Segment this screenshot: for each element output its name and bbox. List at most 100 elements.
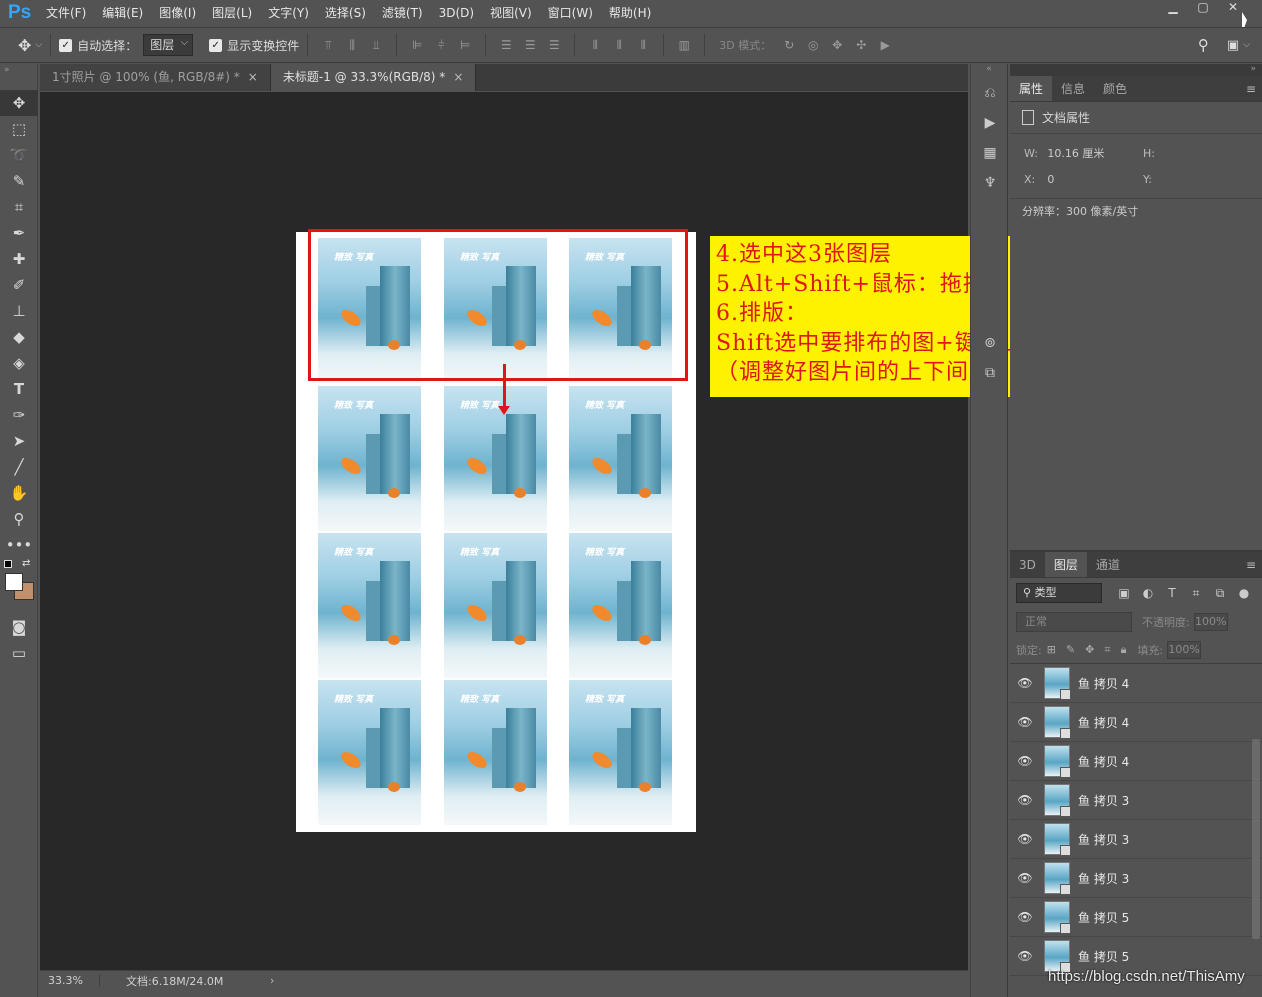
menu-window[interactable]: 窗口(W) bbox=[540, 0, 601, 26]
quick-select-tool-icon[interactable]: ✎ bbox=[0, 168, 38, 194]
search-icon[interactable]: ⚲ bbox=[1198, 36, 1209, 54]
brush-tool-icon[interactable]: ✐ bbox=[0, 272, 38, 298]
layers-scrollbar[interactable] bbox=[1252, 739, 1260, 939]
layer-row[interactable]: 👁︎ 鱼 拷贝 3 bbox=[1010, 859, 1262, 898]
panel-menu-icon[interactable]: ≡ bbox=[1246, 76, 1262, 101]
tab-color[interactable]: 颜色 bbox=[1094, 76, 1136, 101]
photo-thumbnail[interactable]: 精致 写真 bbox=[444, 386, 547, 531]
status-menu-arrow[interactable]: › bbox=[270, 974, 274, 987]
visibility-eye-icon[interactable]: 👁︎ bbox=[1010, 871, 1040, 885]
lock-transparent-icon[interactable]: ⊞ bbox=[1047, 643, 1056, 656]
marquee-tool-icon[interactable]: ⬚ bbox=[0, 116, 38, 142]
layer-row[interactable]: 👁︎ 鱼 拷贝 3 bbox=[1010, 781, 1262, 820]
w-value[interactable]: 10.16 厘米 bbox=[1047, 145, 1143, 161]
type-tool-icon[interactable]: T bbox=[0, 376, 38, 402]
fill-input[interactable]: 100% bbox=[1167, 640, 1202, 659]
layer-row[interactable]: 👁︎ 鱼 拷贝 4 bbox=[1010, 703, 1262, 742]
crop-tool-icon[interactable]: ⌗ bbox=[0, 194, 38, 220]
photo-thumbnail[interactable]: 精致 写真 bbox=[569, 386, 672, 531]
collapse-icon[interactable]: « bbox=[971, 64, 1007, 78]
lock-all-icon[interactable]: 🔒︎ bbox=[1121, 643, 1127, 657]
maximize-button[interactable]: ▢ bbox=[1188, 0, 1218, 18]
align-hcenter-icon[interactable]: ⫩ bbox=[434, 38, 448, 52]
menu-image[interactable]: 图像(I) bbox=[151, 0, 204, 26]
align-bottom-icon[interactable]: ⫫ bbox=[369, 38, 383, 52]
swap-colors-icon[interactable]: ⇄ bbox=[22, 558, 30, 569]
brushes-icon[interactable]: ♆ bbox=[971, 168, 1009, 198]
chevron-down-icon[interactable]: ⌵ bbox=[1243, 40, 1250, 50]
layer-name[interactable]: 鱼 拷贝 4 bbox=[1078, 753, 1129, 770]
zoom-tool-icon[interactable]: ⚲ bbox=[0, 506, 38, 532]
auto-select-dropdown[interactable]: 图层 bbox=[143, 33, 194, 56]
default-colors-icon[interactable] bbox=[4, 560, 12, 568]
hand-tool-icon[interactable]: ✋ bbox=[0, 480, 38, 506]
align-right-icon[interactable]: ⊨ bbox=[458, 38, 472, 52]
tab-3d[interactable]: 3D bbox=[1010, 552, 1045, 577]
layer-name[interactable]: 鱼 拷贝 4 bbox=[1078, 714, 1129, 731]
menu-filter[interactable]: 滤镜(T) bbox=[374, 0, 431, 26]
layer-filter-select[interactable]: ⚲ 类型 bbox=[1016, 583, 1102, 603]
show-transform-checkbox[interactable]: ✓ bbox=[209, 38, 223, 52]
pen-tool-icon[interactable]: ✑ bbox=[0, 402, 38, 428]
distribute-hcenter-icon[interactable]: ⦀ bbox=[612, 38, 626, 52]
filter-adjust-icon[interactable]: ◐ bbox=[1136, 586, 1160, 601]
menu-file[interactable]: 文件(F) bbox=[38, 0, 94, 26]
menu-layer[interactable]: 图层(L) bbox=[204, 0, 260, 26]
swatches-grid-icon[interactable]: ▦ bbox=[971, 138, 1009, 168]
layer-name[interactable]: 鱼 拷贝 3 bbox=[1078, 792, 1129, 809]
align-left-icon[interactable]: ⊫ bbox=[410, 38, 424, 52]
visibility-eye-icon[interactable]: 👁︎ bbox=[1010, 715, 1040, 729]
distribute-top-icon[interactable]: ☰ bbox=[499, 38, 513, 52]
3d-roll-icon[interactable]: ◎ bbox=[806, 38, 820, 52]
tab-close-icon[interactable]: × bbox=[453, 70, 463, 84]
layer-name[interactable]: 鱼 拷贝 4 bbox=[1078, 675, 1129, 692]
x-value[interactable]: 0 bbox=[1047, 173, 1143, 186]
lock-position-icon[interactable]: ✥ bbox=[1085, 643, 1094, 656]
clone-source-icon[interactable]: ⧉ bbox=[971, 358, 1009, 388]
path-select-tool-icon[interactable]: ➤ bbox=[0, 428, 38, 454]
workspace-icon[interactable]: ▣ bbox=[1227, 38, 1239, 53]
libraries-icon[interactable]: ⊚ bbox=[971, 328, 1009, 358]
visibility-eye-icon[interactable]: 👁︎ bbox=[1010, 754, 1040, 768]
screen-mode-icon[interactable]: ▭ bbox=[0, 640, 38, 666]
menu-select[interactable]: 选择(S) bbox=[317, 0, 374, 26]
panel-menu-icon[interactable]: ≡ bbox=[1246, 552, 1262, 577]
distribute-right-icon[interactable]: ⦀ bbox=[636, 38, 650, 52]
menu-edit[interactable]: 编辑(E) bbox=[94, 0, 151, 26]
menu-help[interactable]: 帮助(H) bbox=[601, 0, 659, 26]
tab-document-1[interactable]: 1寸照片 @ 100% (鱼, RGB/8#) * × bbox=[40, 64, 271, 91]
filter-pixel-icon[interactable]: ▣ bbox=[1112, 586, 1136, 601]
menu-view[interactable]: 视图(V) bbox=[482, 0, 540, 26]
history-icon[interactable]: ⎌ bbox=[971, 78, 1009, 108]
3d-camera-icon[interactable]: ▶ bbox=[878, 38, 892, 52]
align-vcenter-icon[interactable]: ⫼ bbox=[345, 38, 359, 52]
color-swatches[interactable]: ⇄ bbox=[0, 558, 37, 614]
move-tool-icon[interactable]: ✥ bbox=[0, 90, 38, 116]
3d-slide-icon[interactable]: ✣ bbox=[854, 38, 868, 52]
layer-row[interactable]: 👁︎ 鱼 拷贝 3 bbox=[1010, 820, 1262, 859]
photo-thumbnail[interactable]: 精致 写真 bbox=[318, 533, 421, 678]
stamp-tool-icon[interactable]: ⊥ bbox=[0, 298, 38, 324]
paint-bucket-tool-icon[interactable]: ◈ bbox=[0, 350, 38, 376]
photo-thumbnail[interactable]: 精致 写真 bbox=[569, 680, 672, 825]
menu-3d[interactable]: 3D(D) bbox=[431, 0, 482, 26]
layer-name[interactable]: 鱼 拷贝 3 bbox=[1078, 870, 1129, 887]
visibility-eye-icon[interactable]: 👁︎ bbox=[1010, 910, 1040, 924]
layer-row[interactable]: 👁︎ 鱼 拷贝 4 bbox=[1010, 742, 1262, 781]
layer-row[interactable]: 👁︎ 鱼 拷贝 5 bbox=[1010, 898, 1262, 937]
blend-mode-select[interactable]: 正常 bbox=[1016, 612, 1132, 632]
layer-name[interactable]: 鱼 拷贝 3 bbox=[1078, 831, 1129, 848]
lock-paint-icon[interactable]: ✎ bbox=[1066, 643, 1075, 656]
layer-row[interactable]: 👁︎ 鱼 拷贝 4 bbox=[1010, 664, 1262, 703]
3d-pan-icon[interactable]: ✥ bbox=[830, 38, 844, 52]
eraser-tool-icon[interactable]: ◆ bbox=[0, 324, 38, 350]
opacity-input[interactable]: 100% bbox=[1193, 613, 1228, 631]
tab-channels[interactable]: 通道 bbox=[1087, 552, 1129, 577]
lasso-tool-icon[interactable]: ➰ bbox=[0, 142, 38, 168]
tab-info[interactable]: 信息 bbox=[1052, 76, 1094, 101]
collapse-icon[interactable]: » bbox=[1010, 64, 1262, 76]
lock-artboard-icon[interactable]: ⌗ bbox=[1104, 643, 1110, 657]
visibility-eye-icon[interactable]: 👁︎ bbox=[1010, 676, 1040, 690]
actions-play-icon[interactable]: ▶ bbox=[971, 108, 1009, 138]
layer-name[interactable]: 鱼 拷贝 5 bbox=[1078, 909, 1129, 926]
